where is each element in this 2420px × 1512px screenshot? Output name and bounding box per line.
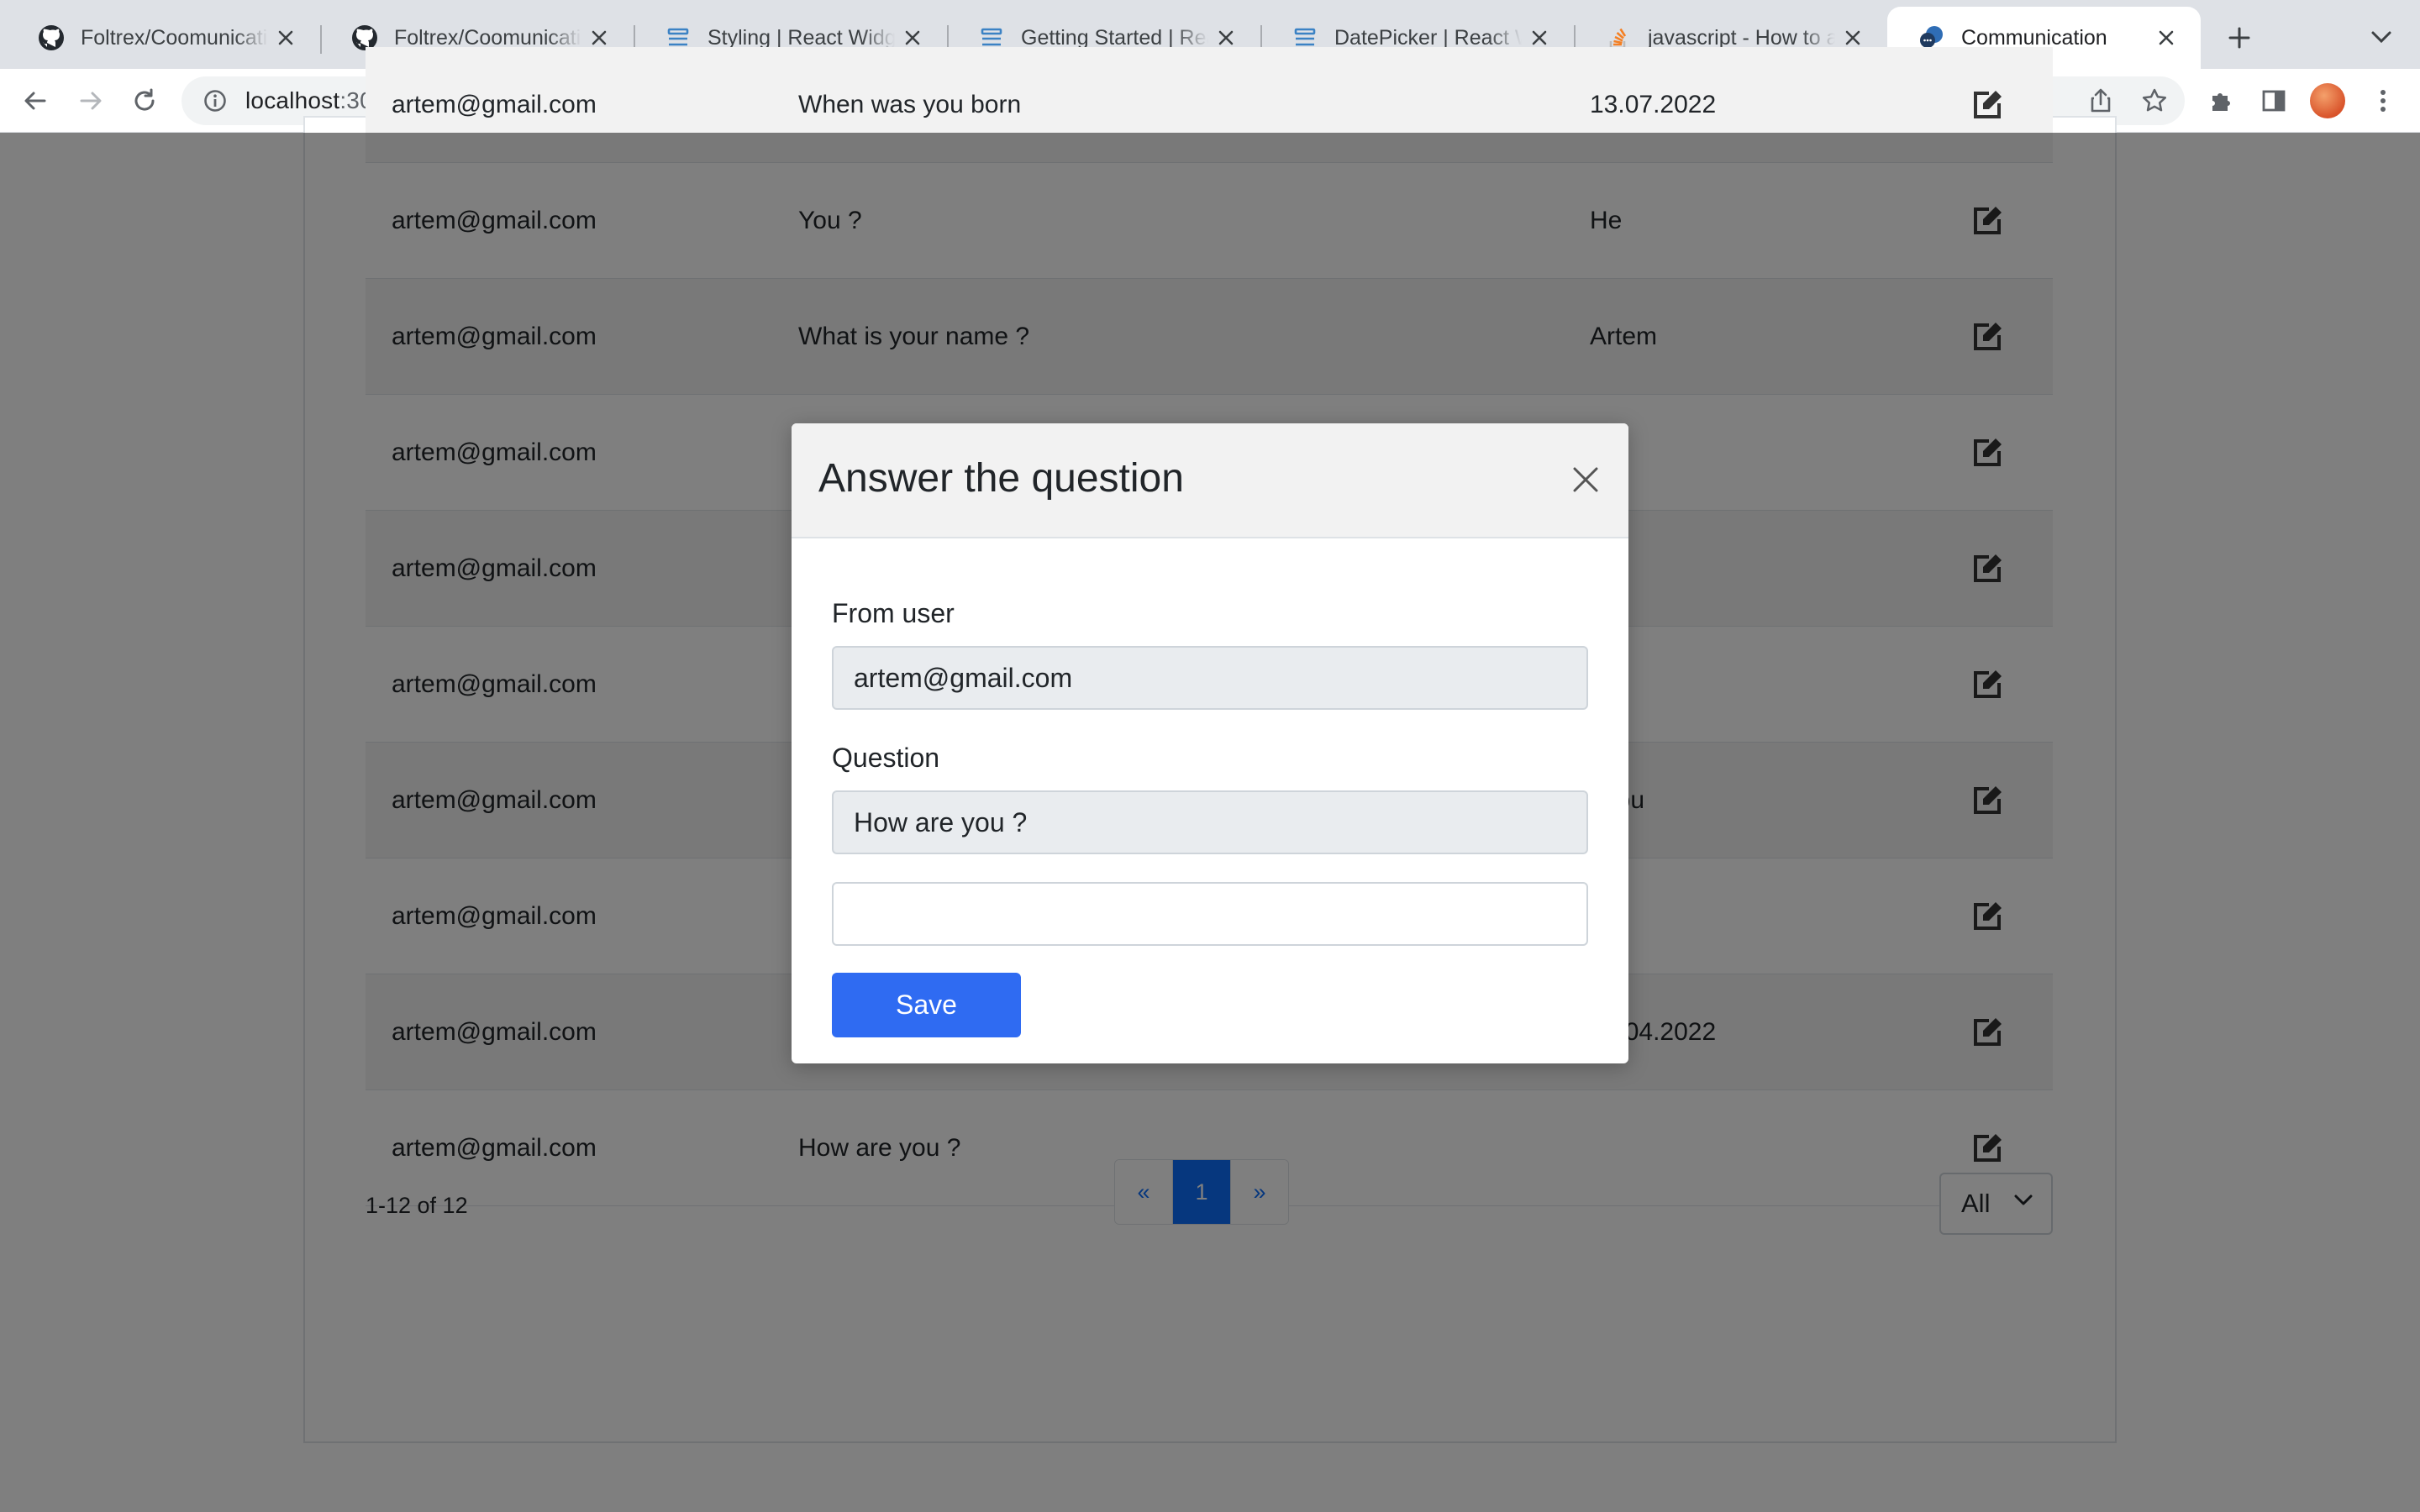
modal-close-button[interactable] [1565,459,1607,501]
edit-icon [1974,91,2002,118]
close-icon [1845,30,1860,45]
arrow-left-icon [24,92,46,110]
close-icon [1573,467,1598,492]
close-icon [1218,30,1234,45]
modal-header: Answer the question [792,423,1628,538]
side-panel-icon [2262,90,2286,112]
github-icon [38,24,65,51]
url-host: localhost [245,87,340,113]
plus-icon [2228,27,2250,49]
tab-search-button[interactable] [2366,22,2396,52]
forward-button[interactable] [72,82,109,119]
answer-modal: Answer the question From user Question S… [792,423,1628,1063]
side-panel-button[interactable] [2255,82,2292,119]
tab[interactable]: Foltrex/Coomunication [7,7,320,69]
puzzle-icon [2212,93,2230,111]
profile-avatar[interactable] [2310,83,2345,118]
arrow-right-icon [80,92,102,110]
from-user-label: From user [832,598,955,628]
close-icon [2159,30,2174,45]
close-icon [592,30,607,45]
browser-menu-button[interactable] [2365,82,2402,119]
new-tab-button[interactable] [2216,7,2263,69]
bookmark-star-icon[interactable] [2136,82,2173,119]
extensions-button[interactable] [2202,82,2239,119]
from-user-field[interactable] [832,646,1588,710]
reload-icon [134,88,155,111]
tab-title: Foltrex/Coomunication [81,25,268,50]
chevron-down-icon [2371,31,2391,44]
kebab-menu-icon [2381,90,2386,112]
modal-title: Answer the question [818,456,1184,501]
close-icon [278,30,293,45]
close-icon [1532,30,1547,45]
close-icon [905,30,920,45]
question-field[interactable] [832,790,1588,854]
save-button[interactable]: Save [832,973,1021,1037]
tab-close-button[interactable] [2154,25,2179,50]
question-label: Question [832,743,940,773]
share-icon[interactable] [2082,82,2119,119]
tab-favicon [37,24,66,52]
site-info-icon[interactable] [197,82,234,119]
tab-close-button[interactable] [273,25,298,50]
reload-button[interactable] [126,82,163,119]
back-button[interactable] [17,82,54,119]
answer-input[interactable] [832,882,1588,946]
